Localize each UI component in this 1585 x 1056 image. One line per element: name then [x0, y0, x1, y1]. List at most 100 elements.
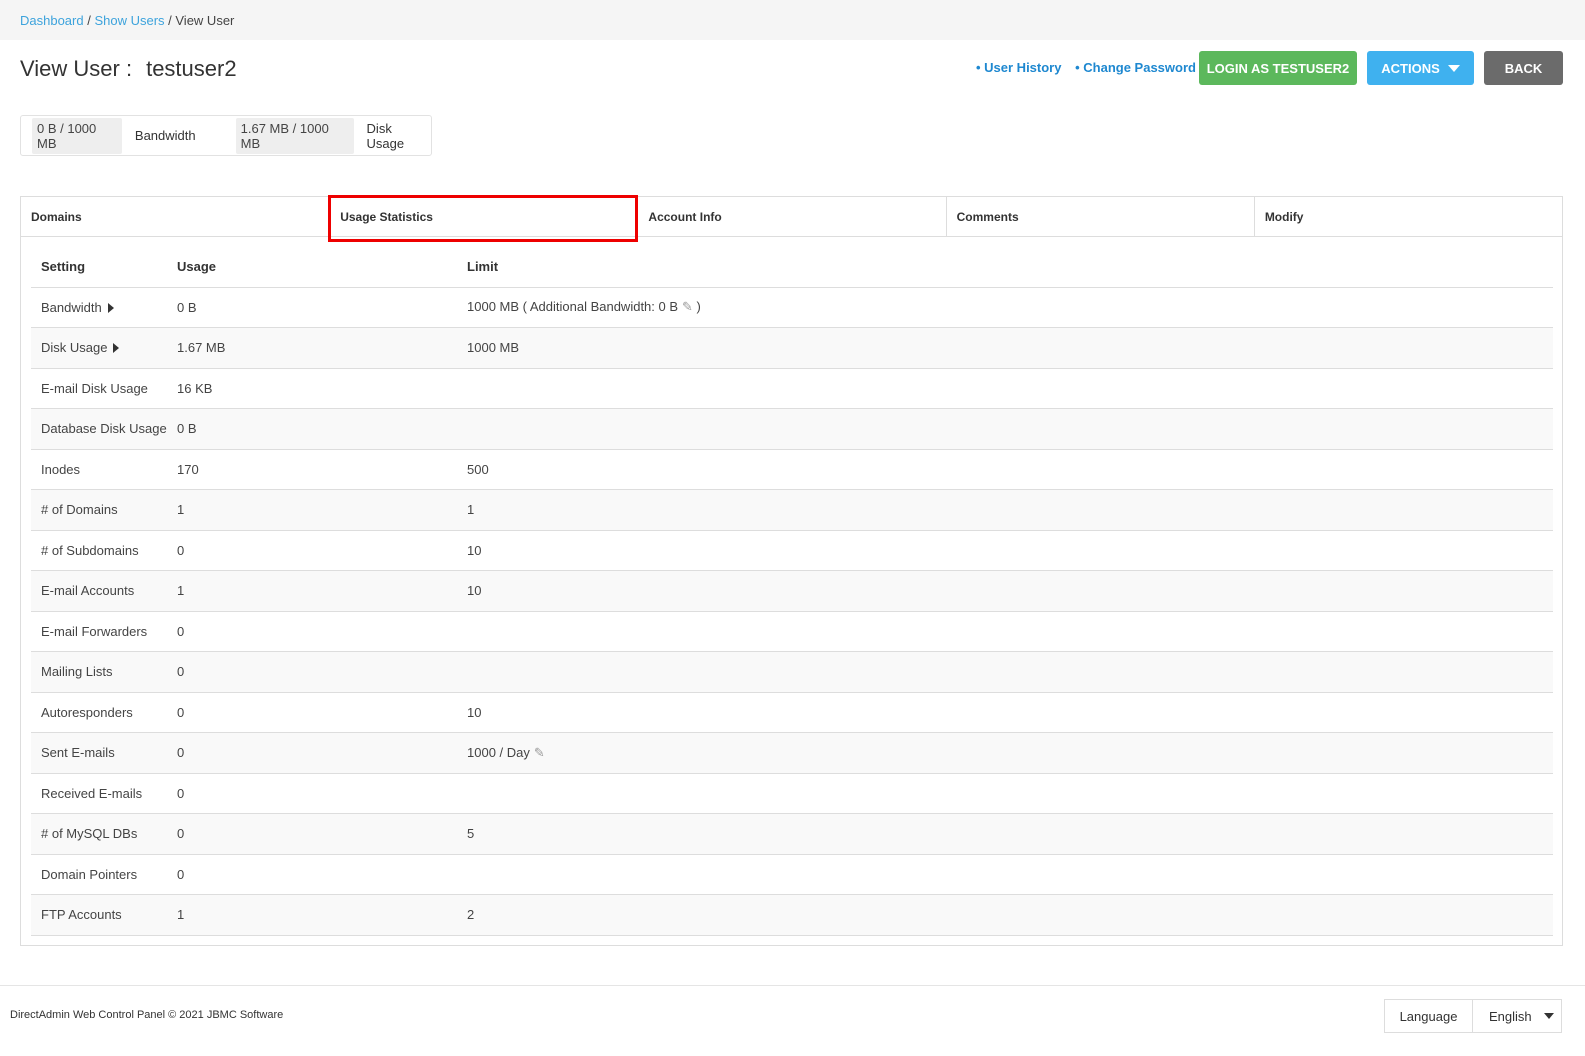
setting-label: Domain Pointers	[41, 866, 138, 882]
limit-value: 10	[467, 542, 482, 558]
user-history-link[interactable]: • User History	[976, 60, 1061, 75]
highlight-box	[328, 195, 638, 242]
setting-label: E-mail Disk Usage	[41, 380, 148, 396]
setting-label: FTP Accounts	[41, 907, 122, 923]
actions-button-label: ACTIONS	[1381, 60, 1440, 76]
disk-summary-value: 1.67 MB / 1000 MB	[235, 117, 354, 154]
language-dropdown[interactable]: English	[1473, 1000, 1561, 1032]
setting-cell: E-mail Forwarders	[31, 611, 167, 652]
limit-value: 2	[467, 907, 475, 923]
usage-cell: 0	[167, 813, 457, 855]
page-header: View User : testuser2 • User History • Ch…	[0, 40, 1585, 100]
usage-cell: 0	[167, 651, 457, 693]
setting-label: E-mail Accounts	[41, 583, 135, 599]
tab-account-info[interactable]: Account Info	[637, 197, 945, 236]
limit-cell: 1	[457, 489, 1553, 531]
limit-value: 5	[467, 826, 475, 842]
usage-cell: 16 KB	[167, 368, 457, 409]
limit-cell: 1000 MB	[457, 327, 1553, 369]
column-header-limit: Limit	[457, 247, 1553, 288]
limit-cell	[457, 368, 1553, 409]
setting-label: Inodes	[41, 461, 81, 477]
limit-suffix: )	[692, 299, 701, 315]
table-row: Bandwidth 0 B 1000 MB ( Additional Bandwid…	[31, 287, 1553, 328]
setting-label: # of Subdomains	[41, 542, 139, 558]
table-row: Received E-mails 0	[31, 773, 1553, 814]
limit-value: 1000 / Day	[467, 744, 530, 760]
table-row: Sent E-mails 0 1000 / Day ✎	[31, 732, 1553, 774]
setting-label: Autoresponders	[41, 704, 133, 720]
limit-value: 10	[467, 583, 482, 599]
header-links: • User History • Change Password	[976, 60, 1206, 75]
change-password-link[interactable]: • Change Password	[1075, 60, 1196, 75]
table-row: FTP Accounts 1 2	[31, 894, 1553, 936]
setting-label: Disk Usage	[41, 340, 108, 356]
setting-cell: Autoresponders	[31, 692, 167, 733]
setting-cell: Domain Pointers	[31, 854, 167, 895]
language-value: English	[1489, 1008, 1532, 1024]
setting-cell: Database Disk Usage	[31, 408, 167, 450]
login-as-user-button[interactable]: LOGIN AS TESTUSER2	[1199, 51, 1357, 85]
setting-cell[interactable]: Bandwidth	[31, 287, 167, 328]
setting-cell: # of Subdomains	[31, 530, 167, 571]
back-button[interactable]: BACK	[1484, 51, 1563, 85]
limit-cell: 1000 / Day ✎	[457, 732, 1553, 774]
table-row: E-mail Disk Usage 16 KB	[31, 368, 1553, 409]
setting-label: Sent E-mails	[41, 745, 115, 761]
setting-label: # of Domains	[41, 502, 118, 518]
setting-cell: E-mail Disk Usage	[31, 368, 167, 409]
usage-cell: 1	[167, 894, 457, 936]
usage-cell: 1	[167, 570, 457, 612]
setting-cell: E-mail Accounts	[31, 570, 167, 612]
usage-cell: 0	[167, 854, 457, 895]
breadcrumb-dashboard-link[interactable]: Dashboard	[20, 13, 84, 28]
limit-cell	[457, 773, 1553, 814]
setting-label: Bandwidth	[41, 299, 102, 315]
table-header-row: Setting Usage Limit	[31, 247, 1553, 288]
copyright-text: DirectAdmin Web Control Panel © 2021 JBM…	[10, 1009, 284, 1021]
usage-cell: 0 B	[167, 287, 457, 328]
table-row: # of Subdomains 0 10	[31, 530, 1553, 571]
actions-dropdown-button[interactable]: ACTIONS	[1367, 51, 1474, 85]
usage-cell: 170	[167, 449, 457, 490]
column-header-usage: Usage	[167, 247, 457, 288]
table-row: E-mail Accounts 1 10	[31, 570, 1553, 612]
setting-label: Mailing Lists	[41, 664, 113, 680]
tab-comments[interactable]: Comments	[945, 197, 1254, 236]
page-title: View User : testuser2	[20, 56, 237, 82]
table-row: Domain Pointers 0	[31, 854, 1553, 895]
usage-cell: 1	[167, 489, 457, 531]
expand-arrow-icon[interactable]	[107, 302, 114, 313]
usage-cell: 0	[167, 732, 457, 774]
usage-cell: 0 B	[167, 408, 457, 450]
table-row: Disk Usage 1.67 MB 1000 MB	[31, 327, 1553, 369]
pencil-icon[interactable]: ✎	[534, 745, 545, 761]
pencil-icon[interactable]: ✎	[682, 299, 693, 315]
table-row: Mailing Lists 0	[31, 651, 1553, 693]
user-panel: Domains Usage Statistics Account Info Co…	[20, 195, 1563, 946]
limit-cell	[457, 854, 1553, 895]
expand-arrow-icon[interactable]	[113, 343, 120, 354]
setting-cell: # of MySQL DBs	[31, 813, 167, 855]
limit-cell: 10	[457, 570, 1553, 612]
table-row: # of Domains 1 1	[31, 489, 1553, 531]
tab-modify[interactable]: Modify	[1253, 197, 1562, 236]
disk-summary-label: Disk Usage	[366, 120, 405, 151]
table-row: E-mail Forwarders 0	[31, 611, 1553, 652]
limit-cell	[457, 651, 1553, 693]
usage-cell: 0	[167, 692, 457, 733]
footer: DirectAdmin Web Control Panel © 2021 JBM…	[0, 985, 1585, 1056]
breadcrumb: Dashboard / Show Users / View User	[0, 0, 1585, 40]
limit-cell: 10	[457, 530, 1553, 571]
breadcrumb-show-users-link[interactable]: Show Users	[94, 13, 164, 28]
table-row: Inodes 170 500	[31, 449, 1553, 490]
usage-summary: 0 B / 1000 MB Bandwidth 1.67 MB / 1000 M…	[20, 115, 432, 156]
setting-cell: FTP Accounts	[31, 894, 167, 936]
tab-bar: Domains Usage Statistics Account Info Co…	[21, 197, 1562, 237]
chevron-down-icon	[1447, 64, 1460, 72]
setting-cell[interactable]: Disk Usage	[31, 327, 167, 369]
breadcrumb-current: View User	[175, 13, 235, 28]
setting-cell: Received E-mails	[31, 773, 167, 814]
limit-cell: 1000 MB ( Additional Bandwidth: 0 B ✎ )	[457, 287, 1553, 328]
tab-domains[interactable]: Domains	[21, 197, 329, 236]
